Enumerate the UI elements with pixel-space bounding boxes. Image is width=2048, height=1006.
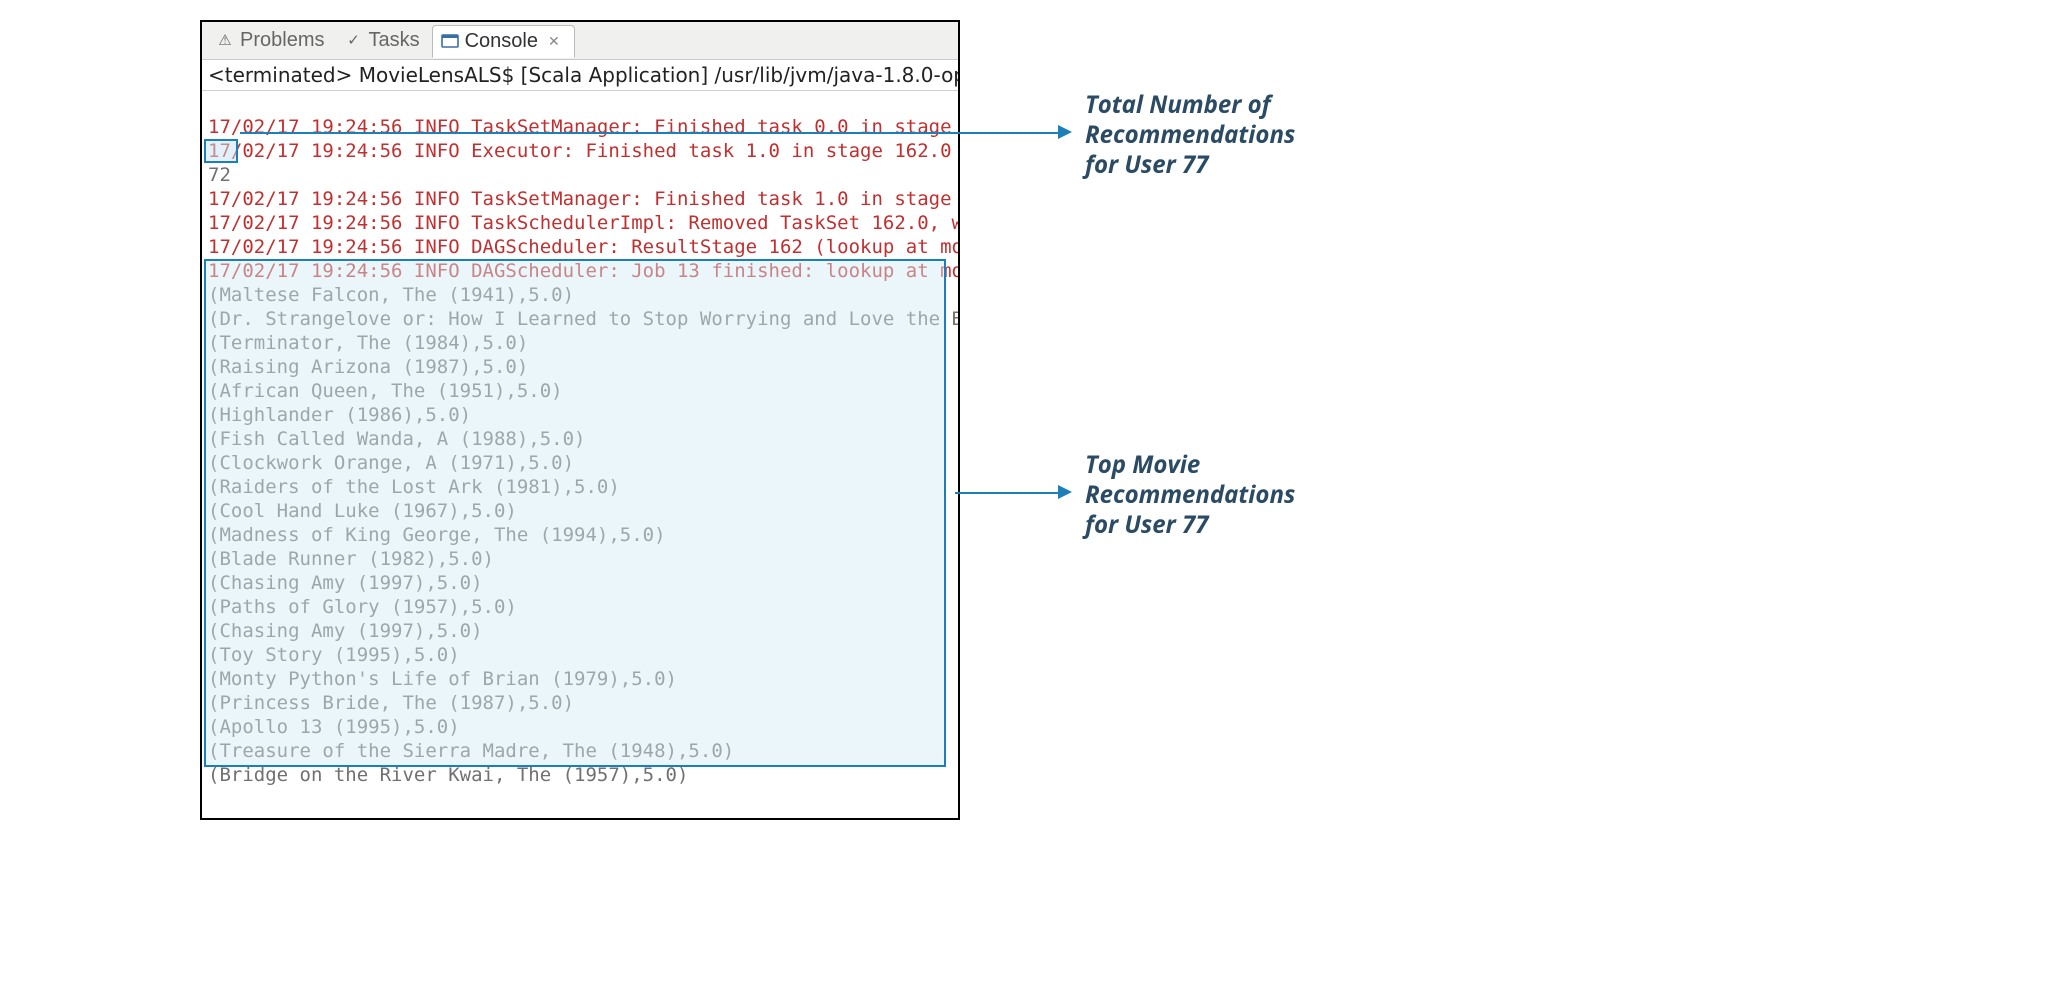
recommendation-line: (Fish Called Wanda, A (1988),5.0) bbox=[208, 428, 586, 450]
recommendation-line: (Terminator, The (1984),5.0) bbox=[208, 332, 528, 354]
recommendation-line: (Chasing Amy (1997),5.0) bbox=[208, 572, 483, 594]
recommendation-line: (Dr. Strangelove or: How I Learned to St… bbox=[208, 308, 958, 330]
console-icon bbox=[441, 32, 459, 50]
tasks-icon: ✓ bbox=[344, 32, 362, 50]
tab-label: Tasks bbox=[368, 29, 419, 52]
log-line: 17/02/17 19:24:56 INFO TaskSchedulerImpl… bbox=[208, 212, 958, 234]
log-line: 17/02/17 19:24:56 INFO TaskSetManager: F… bbox=[208, 188, 958, 210]
arrow-head-icon bbox=[1058, 485, 1072, 499]
close-icon[interactable]: ✕ bbox=[548, 34, 562, 48]
recommendation-line: (Chasing Amy (1997),5.0) bbox=[208, 620, 483, 642]
recommendation-line: (Treasure of the Sierra Madre, The (1948… bbox=[208, 740, 734, 762]
console-output[interactable]: 17/02/17 19:24:56 INFO TaskSetManager: F… bbox=[202, 91, 958, 819]
recommendation-line: (Toy Story (1995),5.0) bbox=[208, 644, 460, 666]
recommendation-line: (Maltese Falcon, The (1941),5.0) bbox=[208, 284, 574, 306]
recommendation-line: (Princess Bride, The (1987),5.0) bbox=[208, 692, 574, 714]
tab-console[interactable]: Console ✕ bbox=[432, 25, 575, 58]
log-line: 17/02/17 19:24:56 INFO TaskSetManager: F… bbox=[208, 116, 958, 138]
recommendation-line: (Paths of Glory (1957),5.0) bbox=[208, 596, 517, 618]
tab-tasks[interactable]: ✓ Tasks bbox=[336, 25, 431, 56]
tab-bar: ⚠︎ Problems ✓ Tasks Console ✕ bbox=[202, 22, 958, 60]
log-line: 17/02/17 19:24:56 INFO Executor: Finishe… bbox=[208, 140, 958, 162]
recommendation-line: (Raising Arizona (1987),5.0) bbox=[208, 356, 528, 378]
log-line: 17/02/17 19:24:56 INFO DAGScheduler: Res… bbox=[208, 236, 958, 258]
annotation-list: Top Movie Recommendations for User 77 bbox=[1085, 450, 1405, 540]
ide-window: ⚠︎ Problems ✓ Tasks Console ✕ <terminate… bbox=[200, 20, 960, 820]
problems-icon: ⚠︎ bbox=[216, 32, 234, 50]
tab-label: Problems bbox=[240, 29, 324, 52]
annotation-total: Total Number of Recommendations for User… bbox=[1085, 90, 1405, 180]
recommendation-line: (Highlander (1986),5.0) bbox=[208, 404, 471, 426]
recommendation-line: (Apollo 13 (1995),5.0) bbox=[208, 716, 460, 738]
recommendation-line: (Clockwork Orange, A (1971),5.0) bbox=[208, 452, 574, 474]
log-line: 17/02/17 19:24:56 INFO DAGScheduler: Job… bbox=[208, 260, 958, 282]
recommendation-line: (African Queen, The (1951),5.0) bbox=[208, 380, 563, 402]
arrow-total bbox=[240, 132, 1060, 134]
total-count-output: 72 bbox=[208, 164, 231, 186]
recommendation-line: (Raiders of the Lost Ark (1981),5.0) bbox=[208, 476, 620, 498]
console-subheader: <terminated> MovieLensALS$ [Scala Applic… bbox=[202, 60, 958, 91]
recommendation-line: (Madness of King George, The (1994),5.0) bbox=[208, 524, 666, 546]
recommendation-line: (Blade Runner (1982),5.0) bbox=[208, 548, 494, 570]
tab-label: Console bbox=[465, 30, 538, 53]
arrow-list bbox=[955, 492, 1060, 494]
tab-problems[interactable]: ⚠︎ Problems bbox=[208, 25, 336, 56]
recommendation-line: (Cool Hand Luke (1967),5.0) bbox=[208, 500, 517, 522]
arrow-head-icon bbox=[1058, 125, 1072, 139]
recommendation-line: (Bridge on the River Kwai, The (1957),5.… bbox=[208, 764, 688, 786]
recommendation-line: (Monty Python's Life of Brian (1979),5.0… bbox=[208, 668, 677, 690]
